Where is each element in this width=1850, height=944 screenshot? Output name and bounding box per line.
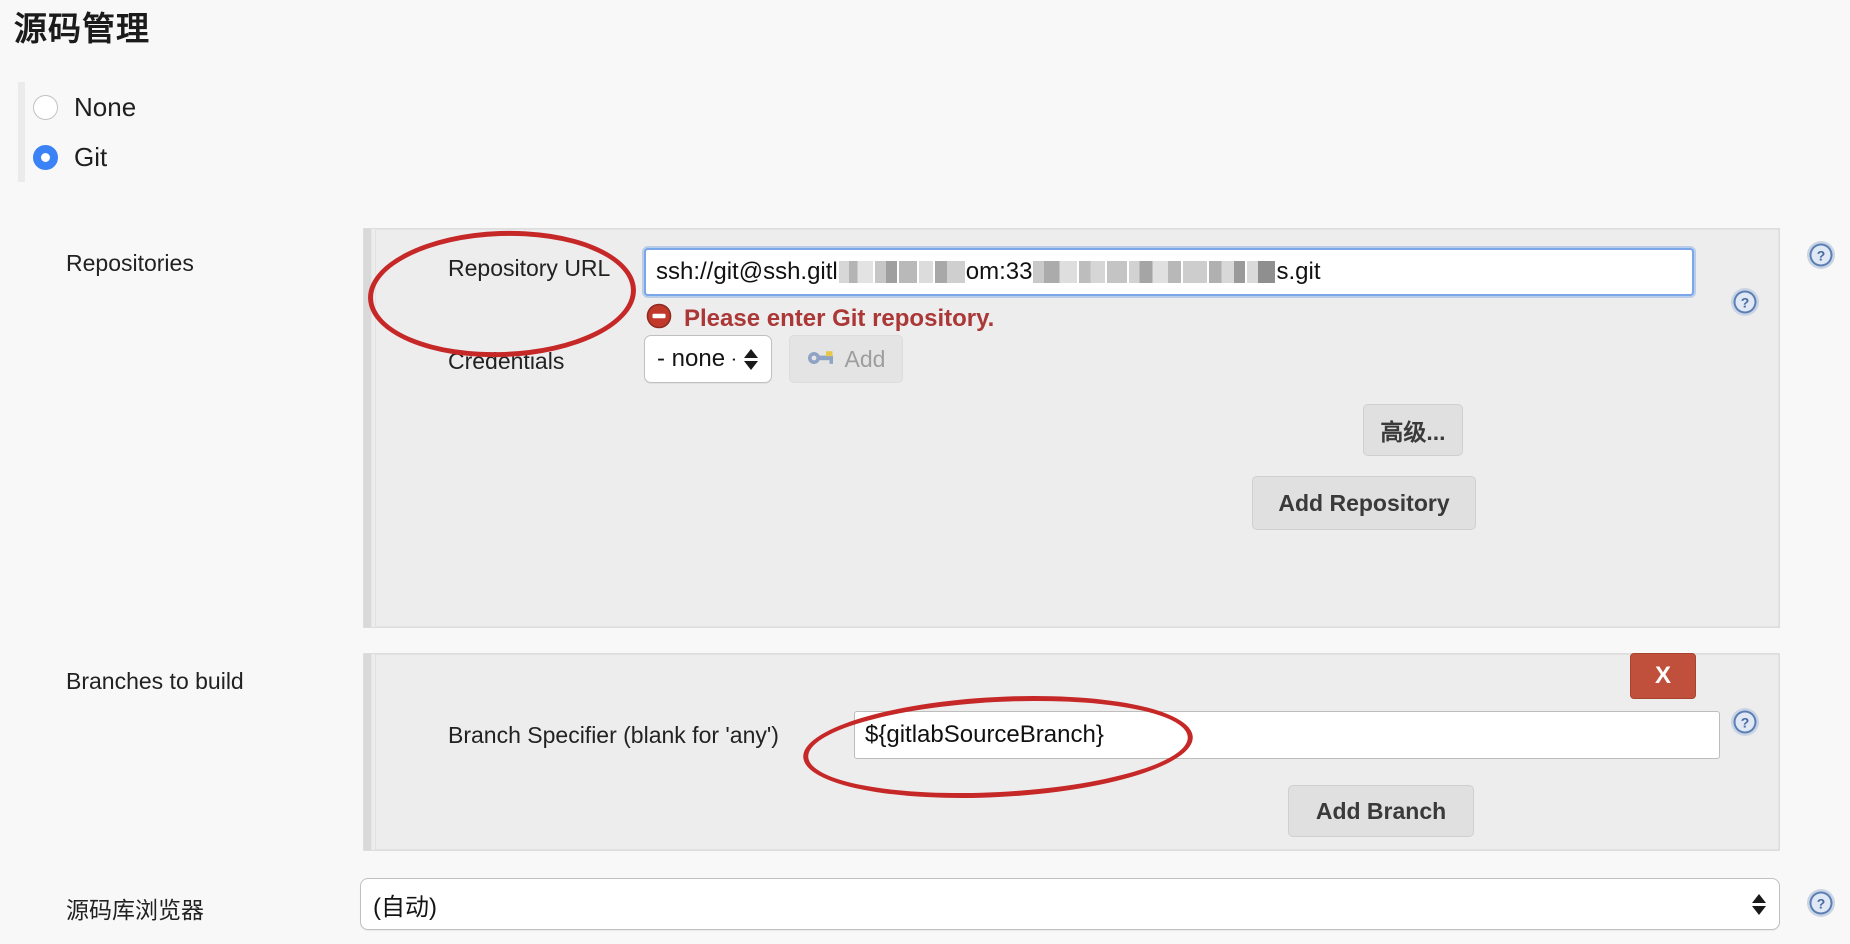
help-icon-repository-browser[interactable]: ? (1806, 888, 1836, 923)
add-repository-button[interactable]: Add Repository (1252, 476, 1476, 530)
branches-panel: Branch Specifier (blank for 'any') ${git… (363, 653, 1780, 851)
redacted-block-5 (934, 261, 965, 283)
key-icon (807, 346, 835, 373)
redacted-block-7 (1079, 261, 1106, 283)
repositories-panel: Repository URL ssh://git@ssh.gitl om:33 s.… (363, 228, 1780, 628)
credentials-select-value: - none - (657, 345, 735, 372)
radio-git-label: Git (74, 141, 108, 172)
add-credentials-label: Add (844, 345, 886, 372)
radio-option-none[interactable]: None (33, 82, 1850, 132)
redacted-block-4 (918, 261, 933, 283)
delete-branch-label: X (1654, 662, 1671, 689)
panel-drag-bar-branches[interactable] (364, 654, 372, 850)
redacted-block-8 (1107, 261, 1128, 283)
scm-config-page: 源码管理 None Git Repositories Repository UR… (0, 0, 1850, 944)
delete-branch-button[interactable]: X (1630, 653, 1696, 699)
redacted-block-12 (1247, 261, 1276, 283)
svg-text:?: ? (1741, 715, 1750, 731)
repository-url-error: Please enter Git repository. (646, 303, 994, 334)
panel-drag-bar-repositories[interactable] (364, 229, 372, 627)
svg-text:?: ? (1817, 248, 1826, 264)
advanced-button-label: 高级... (1380, 419, 1446, 445)
branches-to-build-label: Branches to build (66, 668, 244, 694)
advanced-button[interactable]: 高级... (1363, 404, 1463, 456)
scm-type-radio-group: None Git (18, 82, 1850, 182)
add-branch-label: Add Branch (1315, 797, 1447, 824)
error-message: Please enter Git repository. (684, 304, 995, 332)
redacted-block-3 (898, 261, 917, 283)
help-icon-repositories[interactable]: ? (1806, 240, 1836, 275)
redacted-block-1 (838, 261, 873, 283)
repository-url-value-suffix: s.git (1276, 258, 1321, 285)
redacted-block-9 (1129, 261, 1182, 283)
branch-specifier-value: ${gitlabSourceBranch} (865, 721, 1104, 748)
radio-none-icon[interactable] (33, 94, 58, 120)
help-icon-repository-url[interactable]: ? (1730, 287, 1760, 322)
radio-option-git[interactable]: Git (33, 132, 1850, 182)
redacted-block-6 (1033, 261, 1078, 283)
redacted-block-11 (1209, 261, 1246, 283)
repository-url-label: Repository URL (448, 255, 611, 281)
add-repository-label: Add Repository (1278, 489, 1450, 516)
repository-browser-label: 源码库浏览器 (66, 897, 204, 923)
repositories-label: Repositories (66, 250, 194, 276)
repository-url-value-middle: om:33 (965, 258, 1033, 285)
svg-text:?: ? (1741, 295, 1750, 311)
repository-url-input[interactable]: ssh://git@ssh.gitl om:33 s.git (644, 248, 1694, 296)
branch-specifier-label: Branch Specifier (blank for 'any') (448, 722, 779, 748)
repository-browser-value: (自动) (373, 893, 437, 921)
repository-url-value-prefix: ssh://git@ssh.gitl (656, 258, 838, 285)
error-stop-icon (646, 303, 672, 334)
branches-panel-inner: Branch Specifier (blank for 'any') ${git… (375, 654, 1779, 850)
help-icon-branch-specifier[interactable]: ? (1730, 707, 1760, 742)
radio-git-icon[interactable] (33, 144, 58, 170)
svg-text:?: ? (1817, 896, 1826, 912)
stepper-arrows-icon-browser[interactable] (1751, 889, 1767, 919)
redacted-block-10 (1183, 261, 1208, 283)
branch-specifier-input[interactable]: ${gitlabSourceBranch} (854, 711, 1720, 759)
add-credentials-button[interactable]: Add (789, 335, 903, 383)
credentials-select[interactable]: - none - (644, 335, 772, 383)
stepper-arrows-icon[interactable] (743, 344, 759, 374)
repositories-panel-inner: Repository URL ssh://git@ssh.gitl om:33 s.… (375, 229, 1779, 627)
repository-browser-select[interactable]: (自动) (360, 878, 1780, 930)
radio-none-label: None (74, 91, 137, 122)
page-title: 源码管理 (14, 10, 150, 47)
credentials-label: Credentials (448, 348, 565, 374)
redacted-block-2 (874, 261, 897, 283)
add-branch-button[interactable]: Add Branch (1288, 785, 1474, 837)
